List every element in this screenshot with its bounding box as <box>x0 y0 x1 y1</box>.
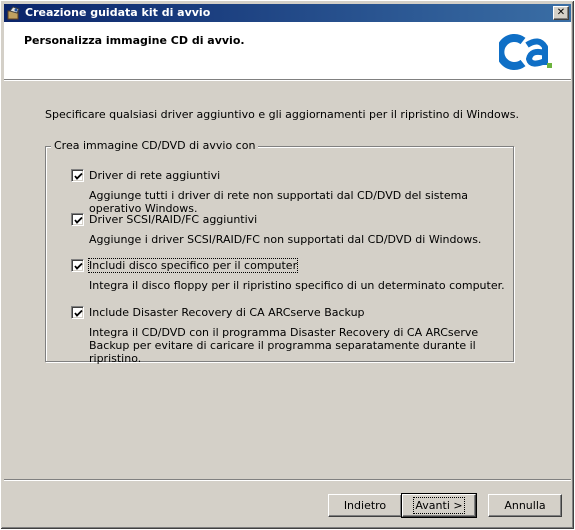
footer-divider <box>4 479 571 481</box>
disaster-recovery-description: Integra il CD/DVD con il programma Disas… <box>89 326 479 365</box>
disaster-recovery-label[interactable]: Include Disaster Recovery di CA ARCserve… <box>89 306 365 319</box>
machine-specific-disk-checkbox[interactable] <box>71 259 84 272</box>
title-bar[interactable]: Creazione guidata kit di avvio ✕ <box>4 4 571 22</box>
back-button-label: Indietro <box>343 499 387 512</box>
ca-logo-icon <box>499 34 552 70</box>
group-legend: Crea immagine CD/DVD di avvio con <box>51 139 259 152</box>
boot-image-options-group: Crea immagine CD/DVD di avvio con Driver… <box>45 139 514 365</box>
network-drivers-description: Aggiunge tutti i driver di rete non supp… <box>89 189 469 215</box>
close-icon: ✕ <box>556 7 566 18</box>
wizard-app-icon <box>7 6 20 20</box>
checkmark-icon <box>74 216 83 224</box>
close-button[interactable]: ✕ <box>553 6 569 20</box>
checkmark-icon <box>74 172 83 180</box>
next-button-label: Avanti > <box>413 497 465 514</box>
scsi-raid-fc-label[interactable]: Driver SCSI/RAID/FC aggiuntivi <box>89 213 257 226</box>
scsi-raid-fc-description: Aggiunge i driver SCSI/RAID/FC non suppo… <box>89 233 482 246</box>
back-button[interactable]: Indietro <box>328 494 402 517</box>
disaster-recovery-checkbox[interactable] <box>71 306 84 319</box>
checkmark-icon <box>74 309 83 317</box>
intro-text: Specificare qualsiasi driver aggiuntivo … <box>45 108 519 121</box>
scsi-raid-fc-checkbox[interactable] <box>71 213 84 226</box>
wizard-window: Creazione guidata kit di avvio ✕ Persona… <box>0 0 575 530</box>
checkmark-icon <box>74 262 83 270</box>
window-title: Creazione guidata kit di avvio <box>25 6 211 19</box>
machine-specific-disk-description: Integra il disco floppy per il ripristin… <box>89 279 505 292</box>
next-button[interactable]: Avanti > <box>401 493 477 518</box>
network-drivers-label[interactable]: Driver di rete aggiuntivi <box>89 169 220 182</box>
page-title: Personalizza immagine CD di avvio. <box>24 34 245 47</box>
machine-specific-disk-label[interactable]: Includi disco specifico per il computer <box>87 258 299 273</box>
cancel-button[interactable]: Annulla <box>488 494 562 517</box>
cancel-button-label: Annulla <box>504 499 546 512</box>
network-drivers-checkbox[interactable] <box>71 169 84 182</box>
wizard-header: Personalizza immagine CD di avvio. <box>4 22 571 81</box>
